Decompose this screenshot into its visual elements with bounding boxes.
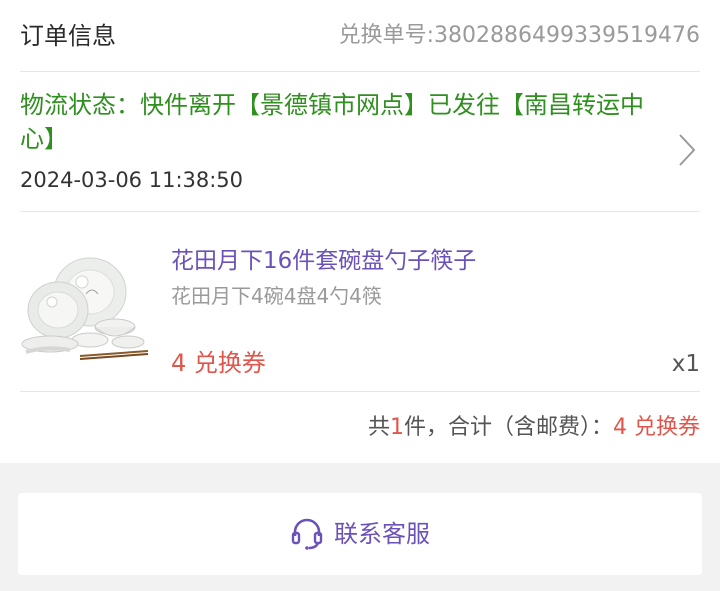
total-suffix: 件，合计（含邮费）： [403,415,613,440]
contact-service-label: 联系客服 [334,520,430,548]
logistics-time: 2024-03-06 11:38:50 [20,168,244,192]
headset-icon [291,518,323,550]
total-prefix: 共 [367,415,390,440]
product-quantity: x1 [671,351,700,377]
total-amount: 4 兑换券 [613,415,700,440]
order-info-title: 订单信息 [20,22,116,50]
logistics-row[interactable]: 物流状态：快件离开【景德镇市网点】已发往【南昌转运中心】 2024-03-06 … [20,72,700,212]
product-row[interactable]: 花田月下16件套碗盘勺子筷子 花田月下4碗4盘4勺4筷 4 兑换券 x1 [20,212,700,392]
total-count: 1 [389,415,404,440]
order-card: 订单信息 兑换单号:3802886499339519476 物流状态：快件离开【… [0,0,720,463]
product-spec: 花田月下4碗4盘4勺4筷 [171,284,382,308]
product-price: 4 兑换券 [171,349,266,377]
chevron-right-icon [679,134,696,166]
order-header: 订单信息 兑换单号:3802886499339519476 [20,0,700,72]
tableware-set-image [21,257,149,360]
product-name: 花田月下16件套碗盘勺子筷子 [171,248,477,274]
order-total: 共1件，合计（含邮费）：4 兑换券 [368,412,700,444]
contact-service-button[interactable]: 联系客服 [18,493,702,575]
logistics-status: 物流状态：快件离开【景德镇市网点】已发往【南昌转运中心】 [20,91,644,153]
exchange-order-number: 兑换单号:3802886499339519476 [338,23,700,48]
